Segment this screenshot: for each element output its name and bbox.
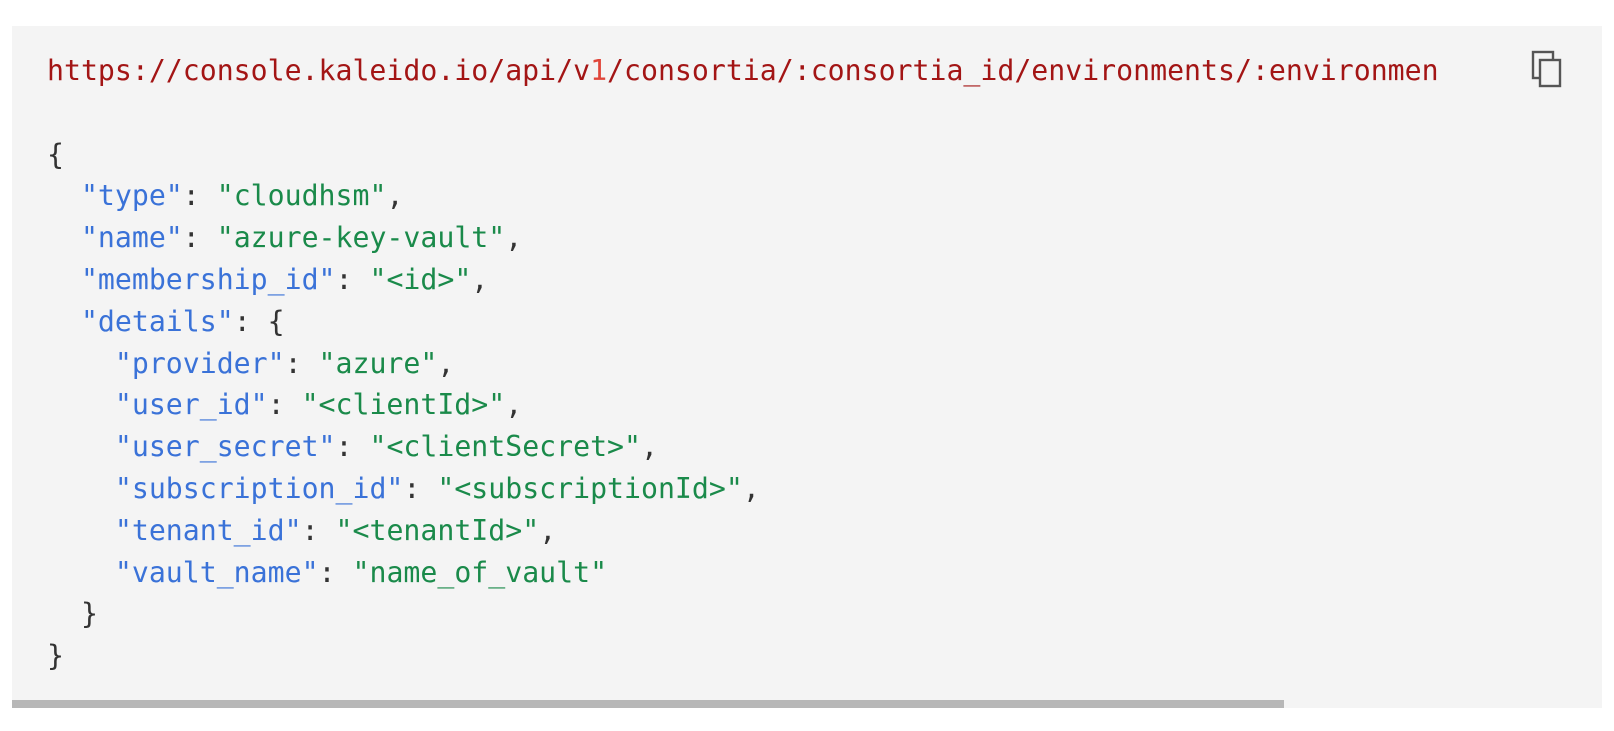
json-key: "user_id" [114,388,268,422]
horizontal-scrollbar[interactable] [12,700,1602,708]
request-url-prefix: https://console.kaleido.io/api/v [47,54,591,87]
json-key: "provider" [114,346,285,380]
copy-button[interactable] [1530,48,1564,90]
copy-icon [1530,48,1564,90]
json-value: "azure" [318,346,438,380]
json-details-close-brace: } [80,597,98,631]
json-key: "details" [80,304,234,338]
json-line-membership-id: "membership_id": "<id>", [80,262,489,296]
json-line-vault-name: "vault_name": "name_of_vault" [114,555,608,589]
request-url-version: 1 [590,54,608,87]
request-url: https://console.kaleido.io/api/v1/consor… [47,54,1439,87]
json-line-tenant-id: "tenant_id": "<tenantId>", [114,513,557,547]
json-line-provider: "provider": "azure", [114,346,455,380]
json-value: "cloudhsm" [216,179,387,213]
request-url-suffix: /consortia/:consortia_id/environments/:e… [607,54,1439,87]
json-value: "<clientSecret>" [369,430,641,464]
json-line-type: "type": "cloudhsm", [80,179,404,213]
json-open-brace: { [47,137,64,171]
json-value: "<tenantId>" [335,513,540,547]
scrollbar-thumb[interactable] [12,700,1284,708]
json-key: "vault_name" [114,555,319,589]
json-value: "name_of_vault" [352,555,608,589]
json-value: "<subscriptionId>" [437,471,743,505]
json-line-user-id: "user_id": "<clientId>", [114,388,523,422]
json-key: "user_secret" [114,430,336,464]
json-key: "membership_id" [80,262,336,296]
json-key: "tenant_id" [114,513,302,547]
json-line-user-secret: "user_secret": "<clientSecret>", [114,430,658,464]
json-key: "subscription_id" [114,471,404,505]
json-key: "name" [80,221,183,255]
code-content: https://console.kaleido.io/api/v1/consor… [47,50,1439,677]
code-block: https://console.kaleido.io/api/v1/consor… [12,26,1602,708]
json-line-subscription-id: "subscription_id": "<subscriptionId>", [114,471,760,505]
json-value: "<id>" [369,262,472,296]
json-key: "type" [80,179,183,213]
json-value: "azure-key-vault" [216,221,506,255]
json-line-details: "details": { [80,304,285,338]
json-value: "<clientId>" [301,388,506,422]
json-close-brace: } [47,639,64,673]
json-line-name: "name": "azure-key-vault", [80,221,523,255]
